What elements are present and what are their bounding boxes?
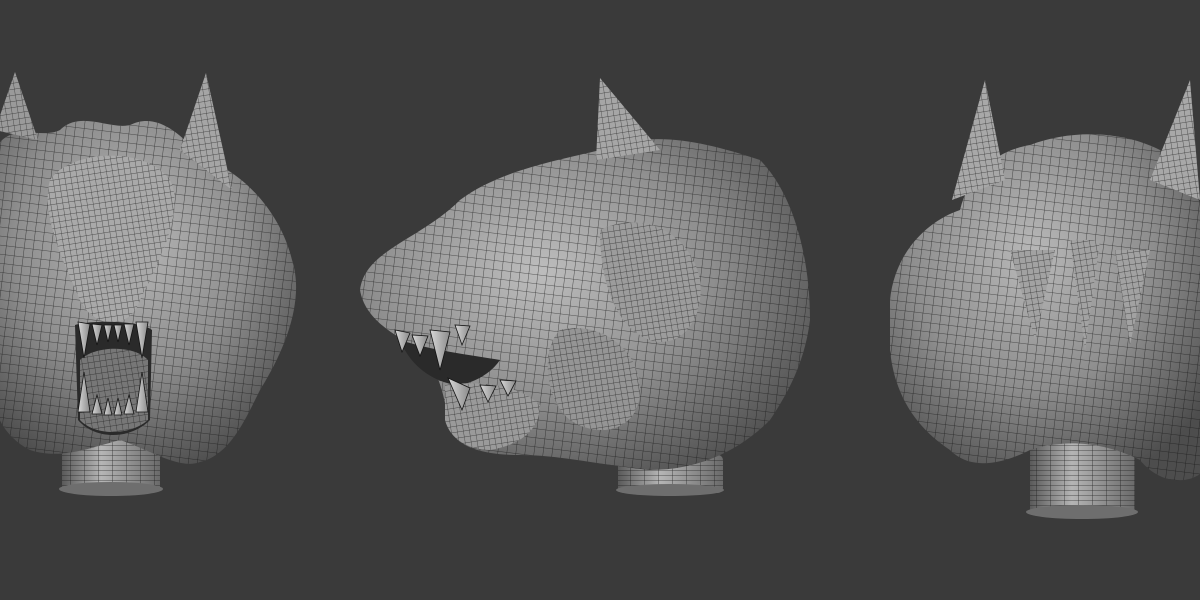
back-view-model[interactable]	[890, 80, 1200, 519]
3d-viewport[interactable]	[0, 0, 1200, 600]
wireframe-scene	[0, 72, 1200, 519]
front-view-model[interactable]	[0, 72, 296, 496]
side-view-model[interactable]	[360, 78, 810, 496]
